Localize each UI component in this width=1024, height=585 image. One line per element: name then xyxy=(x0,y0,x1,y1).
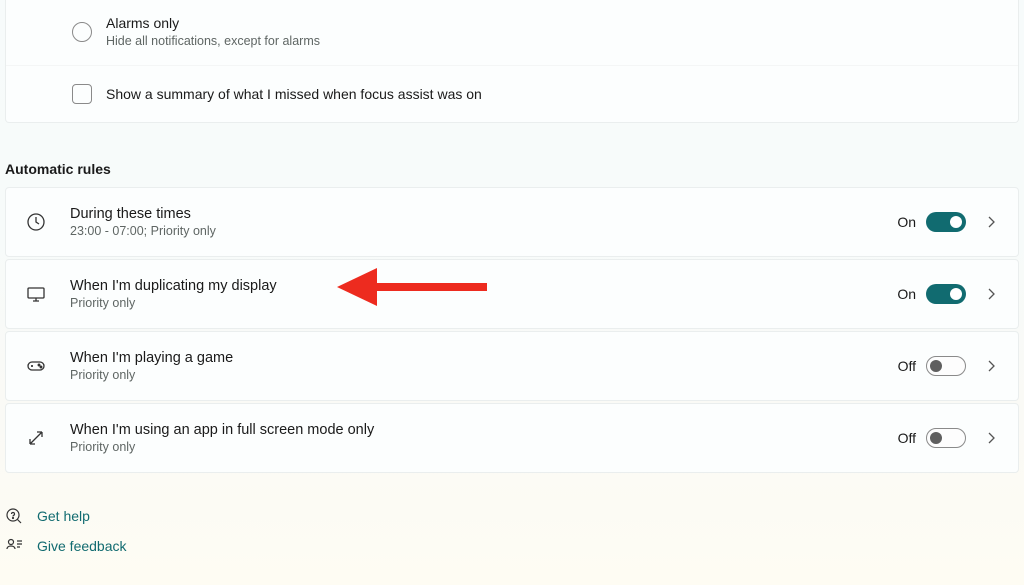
rule-gaming-title: When I'm playing a game xyxy=(70,350,898,366)
help-icon xyxy=(5,507,23,525)
rule-gaming-toggle[interactable] xyxy=(926,356,966,376)
option-text: Show a summary of what I missed when foc… xyxy=(106,85,1000,103)
give-feedback-link[interactable]: Give feedback xyxy=(5,531,1019,561)
rule-during-times-panel[interactable]: During these times 23:00 - 07:00; Priori… xyxy=(5,187,1019,257)
chevron-right-icon[interactable] xyxy=(984,359,998,373)
option-alarms-only-title: Alarms only xyxy=(106,14,1000,32)
rule-duplicating-title: When I'm duplicating my display xyxy=(70,278,897,294)
chevron-right-icon[interactable] xyxy=(984,287,998,301)
rule-gaming-state-label: Off xyxy=(898,358,916,374)
rule-duplicating-state-label: On xyxy=(897,286,916,302)
rule-fullscreen-panel[interactable]: When I'm using an app in full screen mod… xyxy=(5,403,1019,473)
rule-duplicating-subtitle: Priority only xyxy=(70,296,897,310)
option-alarms-only-row[interactable]: Alarms only Hide all notifications, exce… xyxy=(6,0,1018,66)
rule-text: During these times 23:00 - 07:00; Priori… xyxy=(70,206,897,238)
checkbox-unchecked-icon[interactable] xyxy=(72,84,92,104)
arrows-expand-icon xyxy=(26,428,46,448)
rule-fullscreen-subtitle: Priority only xyxy=(70,440,898,454)
get-help-link[interactable]: Get help xyxy=(5,501,1019,531)
focus-assist-options-panel: Alarms only Hide all notifications, exce… xyxy=(5,0,1019,123)
clock-icon xyxy=(26,212,46,232)
rule-text: When I'm using an app in full screen mod… xyxy=(70,422,898,454)
rule-during-times-toggle[interactable] xyxy=(926,212,966,232)
rule-during-times-subtitle: 23:00 - 07:00; Priority only xyxy=(70,224,897,238)
section-heading-automatic-rules: Automatic rules xyxy=(5,161,1019,177)
rule-fullscreen-state-label: Off xyxy=(898,430,916,446)
rule-text: When I'm playing a game Priority only xyxy=(70,350,898,382)
option-alarms-only-subtitle: Hide all notifications, except for alarm… xyxy=(106,33,1000,51)
rule-duplicating-panel[interactable]: When I'm duplicating my display Priority… xyxy=(5,259,1019,329)
radio-unchecked-icon[interactable] xyxy=(72,22,92,42)
footer-links: Get help Give feedback xyxy=(5,501,1019,561)
monitor-icon xyxy=(26,284,46,304)
get-help-text: Get help xyxy=(37,508,90,524)
rule-gaming-panel[interactable]: When I'm playing a game Priority only Of… xyxy=(5,331,1019,401)
rule-duplicating-toggle[interactable] xyxy=(926,284,966,304)
rule-fullscreen-toggle[interactable] xyxy=(926,428,966,448)
gamepad-icon xyxy=(26,356,46,376)
rule-fullscreen-title: When I'm using an app in full screen mod… xyxy=(70,422,898,438)
rule-text: When I'm duplicating my display Priority… xyxy=(70,278,897,310)
chevron-right-icon[interactable] xyxy=(984,431,998,445)
rule-gaming-subtitle: Priority only xyxy=(70,368,898,382)
option-show-summary-row[interactable]: Show a summary of what I missed when foc… xyxy=(6,66,1018,122)
option-show-summary-label: Show a summary of what I missed when foc… xyxy=(106,85,1000,103)
option-text: Alarms only Hide all notifications, exce… xyxy=(106,14,1000,51)
chevron-right-icon[interactable] xyxy=(984,215,998,229)
rule-during-times-title: During these times xyxy=(70,206,897,222)
rule-during-times-state-label: On xyxy=(897,214,916,230)
give-feedback-text: Give feedback xyxy=(37,538,127,554)
feedback-icon xyxy=(5,537,23,555)
